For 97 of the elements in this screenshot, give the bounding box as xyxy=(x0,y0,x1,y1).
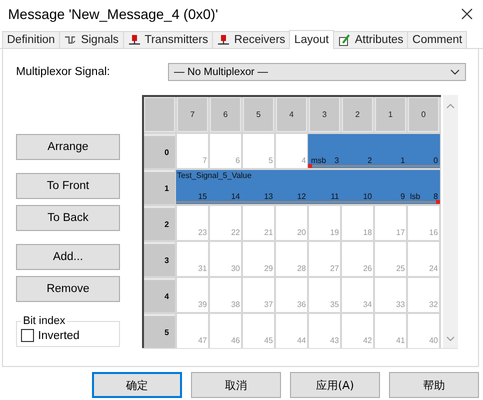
signal-bit-cell[interactable]: 13 xyxy=(242,181,275,204)
signal-bit-cell[interactable]: 0 xyxy=(407,134,440,168)
bit-cell[interactable]: 20 xyxy=(276,206,307,240)
multiplexor-dropdown[interactable]: — No Multiplexor — xyxy=(168,63,466,81)
tab[interactable]: Transmitters xyxy=(122,31,214,48)
row-header: 1 xyxy=(144,170,175,204)
tab[interactable]: Receivers xyxy=(212,31,290,48)
close-icon[interactable] xyxy=(461,8,473,20)
signal-icon xyxy=(64,34,77,46)
scrollbar[interactable] xyxy=(443,95,458,348)
column-header: 4 xyxy=(276,97,307,132)
signal-bit-cell[interactable]: 9 xyxy=(374,181,407,204)
bit-cell[interactable]: 27 xyxy=(309,242,340,276)
tab[interactable]: Definition xyxy=(2,31,60,48)
bit-cell[interactable]: 32 xyxy=(408,278,439,312)
group-title: Bit index xyxy=(22,315,66,327)
bit-cell[interactable]: 23 xyxy=(177,206,208,240)
bit-cell[interactable]: 18 xyxy=(342,206,373,240)
column-header: 5 xyxy=(243,97,274,132)
bit-cell[interactable]: 29 xyxy=(243,242,274,276)
bit-cell[interactable]: 6 xyxy=(210,134,241,168)
column-header: 7 xyxy=(177,97,208,132)
bit-cell[interactable]: 33 xyxy=(375,278,406,312)
bit-cell[interactable]: 34 xyxy=(342,278,373,312)
action-button[interactable]: Add... xyxy=(16,244,120,270)
bit-cell[interactable]: 26 xyxy=(342,242,373,276)
signal-bit-cell[interactable]: 11 xyxy=(308,181,341,204)
bit-cell[interactable]: 4 xyxy=(276,134,307,168)
dialog-button[interactable]: 取消 xyxy=(191,372,281,398)
bit-cell[interactable]: 45 xyxy=(243,314,274,348)
bit-cell[interactable]: 40 xyxy=(408,314,439,348)
column-header: 6 xyxy=(210,97,241,132)
signal-bit-cell[interactable]: 1 xyxy=(374,134,407,168)
tab[interactable]: Layout xyxy=(289,30,334,49)
bit-cell[interactable]: 17 xyxy=(375,206,406,240)
column-header: 3 xyxy=(309,97,340,132)
column-header: 0 xyxy=(408,97,439,132)
bit-cell[interactable]: 28 xyxy=(276,242,307,276)
bit-cell[interactable]: 47 xyxy=(177,314,208,348)
field-label: Multiplexor Signal: xyxy=(16,66,110,78)
node-icon xyxy=(217,34,230,46)
bit-cell[interactable]: 38 xyxy=(210,278,241,312)
signal-name: Test_Signal_5_Value xyxy=(176,170,440,181)
bit-cell[interactable]: 41 xyxy=(375,314,406,348)
signal-bit-cell[interactable]: 14 xyxy=(209,181,242,204)
action-button[interactable]: Remove xyxy=(16,276,120,302)
scroll-down-icon[interactable] xyxy=(446,336,455,342)
column-header: 2 xyxy=(342,97,373,132)
bit-cell[interactable]: 36 xyxy=(276,278,307,312)
bit-order-label: msb xyxy=(310,156,326,165)
corner-header xyxy=(144,97,175,132)
inverted-checkbox[interactable]: Inverted xyxy=(21,329,115,342)
bit-cell[interactable]: 30 xyxy=(210,242,241,276)
bit-cell[interactable]: 19 xyxy=(309,206,340,240)
row-header: 2 xyxy=(144,206,175,240)
signal-bit-cell[interactable]: msb 3 xyxy=(308,134,341,168)
dialog-button[interactable]: 应用(A) xyxy=(290,372,380,398)
bit-cell[interactable]: 25 xyxy=(375,242,406,276)
bit-cell[interactable]: 44 xyxy=(276,314,307,348)
dialog-button[interactable]: 帮助 xyxy=(389,372,479,398)
action-button[interactable]: To Back xyxy=(16,205,120,231)
signal-bit-cell[interactable]: 12 xyxy=(275,181,308,204)
signal-bit-cell[interactable]: 10 xyxy=(341,181,374,204)
bit-cell[interactable]: 43 xyxy=(309,314,340,348)
bit-cell[interactable]: 7 xyxy=(177,134,208,168)
tab[interactable]: Attributes xyxy=(332,31,408,48)
row-header: 0 xyxy=(144,134,175,168)
bit-order-label: lsb xyxy=(409,192,420,201)
signal-bit-cell[interactable]: lsb 8 xyxy=(407,181,440,204)
window-title: Message 'New_Message_4 (0x0)' xyxy=(8,6,218,22)
tab[interactable]: Comment xyxy=(407,31,468,48)
action-button[interactable]: Arrange xyxy=(16,134,120,160)
signal-bit-cell[interactable]: 2 xyxy=(341,134,374,168)
bit-cell[interactable]: 21 xyxy=(243,206,274,240)
tab[interactable]: Signals xyxy=(58,31,124,48)
attribute-icon xyxy=(338,34,351,46)
bit-cell[interactable]: 24 xyxy=(408,242,439,276)
scroll-up-icon[interactable] xyxy=(446,103,455,109)
bit-cell[interactable]: 22 xyxy=(210,206,241,240)
column-header: 1 xyxy=(375,97,406,132)
bit-cell[interactable]: 31 xyxy=(177,242,208,276)
signal-bit-cell[interactable]: 15 xyxy=(176,181,209,204)
bit-cell[interactable]: 39 xyxy=(177,278,208,312)
bit-cell[interactable]: 35 xyxy=(309,278,340,312)
action-button[interactable]: To Front xyxy=(16,173,120,199)
bit-cell[interactable]: 5 xyxy=(243,134,274,168)
bit-cell[interactable]: 37 xyxy=(243,278,274,312)
chevron-down-icon xyxy=(450,69,460,75)
bit-cell[interactable]: 42 xyxy=(342,314,373,348)
dialog-button[interactable]: 确定 xyxy=(92,372,182,398)
row-header: 3 xyxy=(144,242,175,276)
bit-cell[interactable]: 16 xyxy=(408,206,439,240)
bit-cell[interactable]: 46 xyxy=(210,314,241,348)
row-header: 4 xyxy=(144,278,175,312)
node-icon xyxy=(128,34,141,46)
row-header: 5 xyxy=(144,314,175,348)
checkbox-box[interactable] xyxy=(21,329,34,342)
